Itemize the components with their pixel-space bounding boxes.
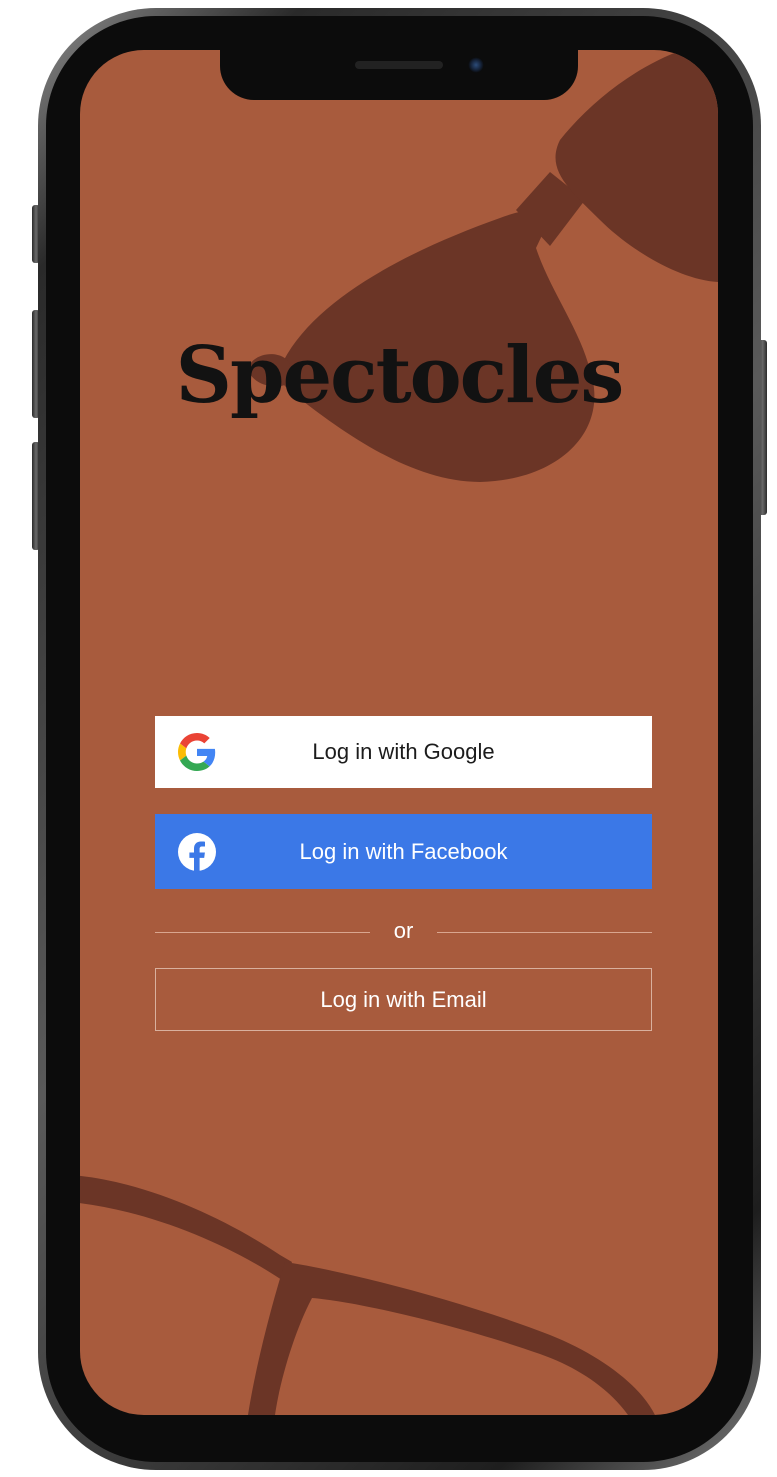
app-title: Spectocles [175,330,625,421]
front-camera [468,57,484,73]
app-screen: Spectocles Log in with Google Log in wit… [80,50,718,1415]
google-login-label: Log in with Google [312,739,495,764]
divider-label: or [393,918,414,943]
facebook-f-logo-icon [177,832,217,872]
email-login-button[interactable]: Log in with Email [155,968,652,1031]
speaker-grille [355,61,443,69]
eyeglass-frame-temple [80,1175,292,1282]
facebook-login-button[interactable]: Log in with Facebook [155,814,652,889]
eyeglass-frame-rim [248,1262,655,1415]
device-mockup: Spectocles Log in with Google Log in wit… [0,0,777,1477]
email-login-label: Log in with Email [320,986,487,1012]
facebook-login-label: Log in with Facebook [299,838,508,864]
sunglasses-second-lens-shape [555,50,718,282]
phone-notch [220,40,578,100]
google-g-logo-icon [177,732,217,772]
or-divider: or [155,918,652,948]
divider-line-right [437,932,652,933]
google-login-button[interactable]: Log in with Google [155,716,652,788]
